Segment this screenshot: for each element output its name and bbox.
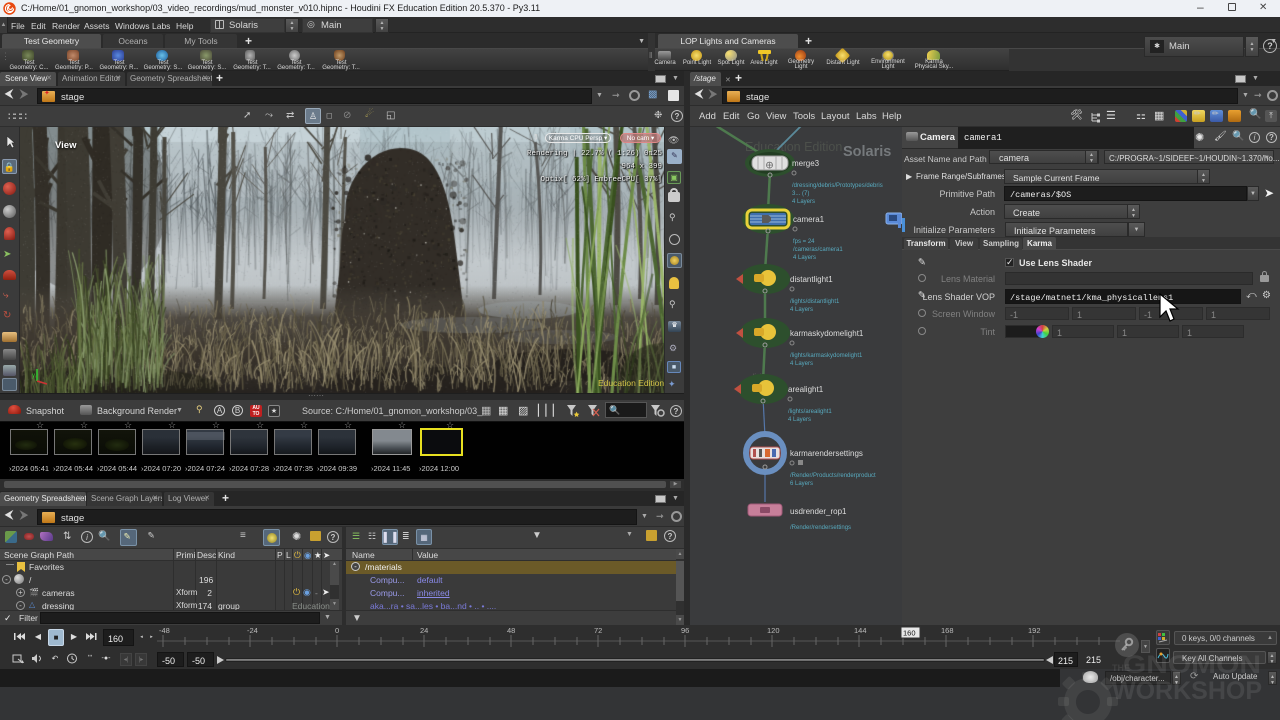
svg-text:24: 24 xyxy=(420,626,428,635)
svg-text:arealight1: arealight1 xyxy=(788,385,824,394)
svg-text:4 Layers: 4 Layers xyxy=(788,417,811,423)
svg-text:Solaris: Solaris xyxy=(843,144,891,160)
svg-text:/cameras/camera1: /cameras/camera1 xyxy=(793,247,843,253)
svg-text:usdrender_rop1: usdrender_rop1 xyxy=(790,507,847,516)
svg-text:karmarendersettings: karmarendersettings xyxy=(790,449,863,458)
svg-text:distantlight1: distantlight1 xyxy=(790,275,833,284)
svg-text:/lights/arealight1: /lights/arealight1 xyxy=(788,409,832,415)
svg-text:4 Layers: 4 Layers xyxy=(793,255,816,261)
svg-text:merge3: merge3 xyxy=(792,159,820,168)
svg-text:fps = 24: fps = 24 xyxy=(793,239,815,245)
svg-text:4 Layers: 4 Layers xyxy=(792,199,815,205)
svg-text:4 Layers: 4 Layers xyxy=(790,307,813,313)
svg-text:/dressing/debris/Prototypes/de: /dressing/debris/Prototypes/debris xyxy=(792,183,883,189)
svg-text:48: 48 xyxy=(507,626,515,635)
svg-text:6 Layers: 6 Layers xyxy=(790,481,813,487)
svg-text:y: y xyxy=(32,373,35,379)
svg-text:3... (7): 3... (7) xyxy=(792,191,809,197)
svg-text:0: 0 xyxy=(335,626,339,635)
svg-text:160: 160 xyxy=(903,629,916,638)
svg-text:120: 120 xyxy=(767,626,780,635)
svg-text:96: 96 xyxy=(681,626,689,635)
svg-text:/Render/rendersettings: /Render/rendersettings xyxy=(790,525,851,531)
svg-text:144: 144 xyxy=(854,626,867,635)
svg-text:192: 192 xyxy=(1028,626,1041,635)
svg-text:karmaskydomelight1: karmaskydomelight1 xyxy=(790,329,864,338)
svg-text:-48: -48 xyxy=(159,626,170,635)
svg-text:/Render/Products/renderproduct: /Render/Products/renderproduct xyxy=(790,473,876,479)
svg-text:168: 168 xyxy=(941,626,954,635)
svg-text:-24: -24 xyxy=(247,626,258,635)
svg-text:/lights/karmaskydomelight1: /lights/karmaskydomelight1 xyxy=(790,353,863,359)
svg-text:camera1: camera1 xyxy=(793,215,825,224)
svg-text:4 Layers: 4 Layers xyxy=(790,361,813,367)
svg-text:72: 72 xyxy=(594,626,602,635)
svg-text:/lights/distantlight1: /lights/distantlight1 xyxy=(790,299,840,305)
svg-text:⨁: ⨁ xyxy=(766,161,773,169)
